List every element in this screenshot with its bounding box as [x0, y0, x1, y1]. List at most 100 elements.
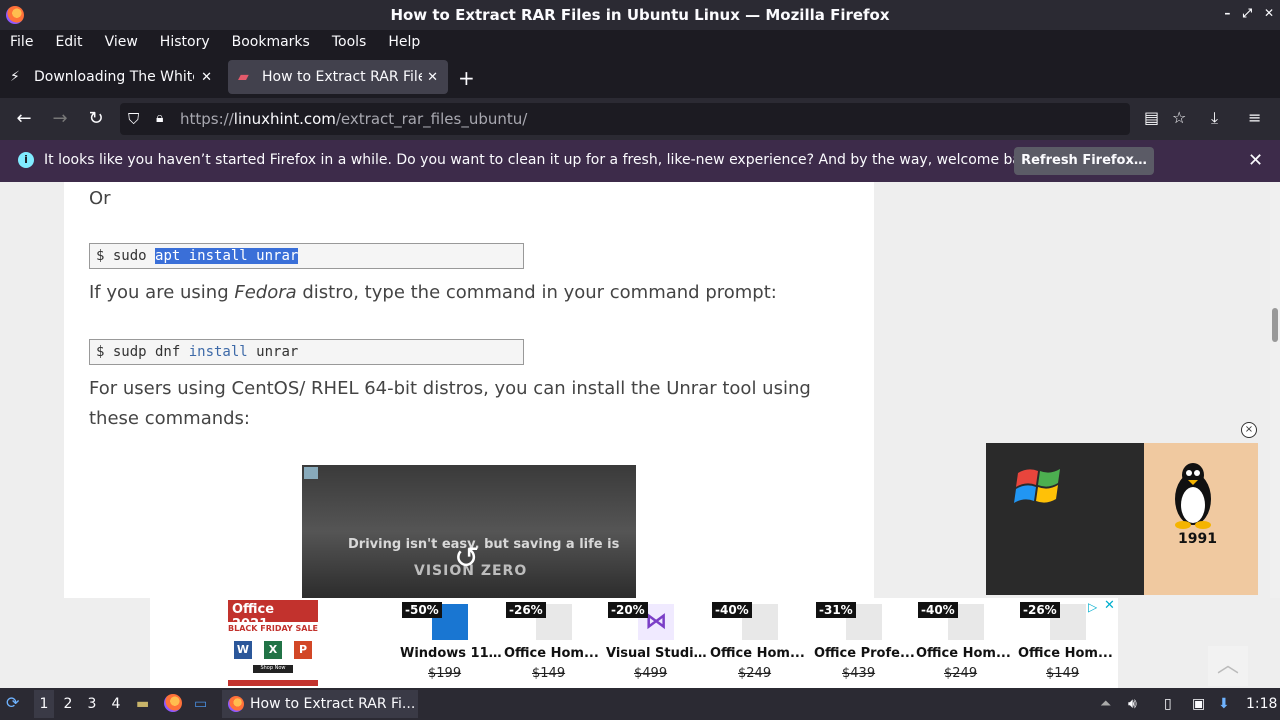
- menu-bookmarks[interactable]: Bookmarks: [232, 34, 310, 50]
- downloads-icon[interactable]: ⤓: [1211, 108, 1218, 128]
- navigation-bar: ← → ↻ ⛉ 🔒︎ https:// linuxhint.com /extra…: [0, 98, 1280, 140]
- code-block-dnf[interactable]: $ sudp dnf install unrar: [89, 339, 524, 365]
- bottom-ad[interactable]: Office 2021 BLACK FRIDAY SALE W X P Shop…: [150, 598, 1118, 688]
- hamburger-menu-icon[interactable]: ≡: [1248, 108, 1261, 127]
- product-card[interactable]: -26% Office Hom... $149: [504, 602, 606, 684]
- banner-sale: BLACK FRIDAY SALE: [228, 624, 319, 633]
- update-icon[interactable]: ⬇: [1218, 696, 1230, 712]
- product-price: $439: [842, 666, 876, 681]
- tab-label: How to Extract RAR Files: [262, 69, 422, 85]
- video-ad[interactable]: Driving isn't easy, but saving a life is…: [302, 465, 636, 598]
- url-scheme: https://: [180, 110, 234, 128]
- display-icon[interactable]: ▣: [1192, 696, 1205, 712]
- code-keyword: install: [188, 344, 248, 360]
- or-text: Or: [89, 188, 111, 209]
- scroll-to-top-icon[interactable]: ︿: [1208, 646, 1248, 686]
- menu-bar: File Edit View History Bookmarks Tools H…: [0, 30, 1280, 54]
- product-price: $149: [1046, 666, 1080, 681]
- minimize-button[interactable]: –: [1224, 6, 1230, 21]
- back-button[interactable]: ←: [13, 108, 35, 130]
- menu-history[interactable]: History: [160, 34, 210, 50]
- firefox-launcher-icon[interactable]: [164, 694, 182, 712]
- replay-icon[interactable]: ↺: [454, 541, 479, 576]
- shop-now-button[interactable]: Shop Now: [253, 665, 293, 673]
- scrollbar-thumb[interactable]: [1272, 308, 1278, 342]
- tab-extract-rar[interactable]: ▰ How to Extract RAR Files ✕: [228, 60, 448, 94]
- workspace-4[interactable]: 4: [106, 696, 126, 712]
- code-block-apt[interactable]: $ sudo apt install unrar: [89, 243, 524, 269]
- product-price: $199: [428, 666, 462, 681]
- workspace-3[interactable]: 3: [82, 696, 102, 712]
- product-card[interactable]: -40% Office Hom... $249: [710, 602, 812, 684]
- title-bar: How to Extract RAR Files in Ubuntu Linux…: [0, 0, 1280, 30]
- start-menu-icon[interactable]: ⟳: [6, 693, 19, 712]
- product-name: Visual Studi...: [606, 646, 708, 661]
- product-card[interactable]: ⋈ -20% Visual Studi... $499: [606, 602, 708, 684]
- menu-file[interactable]: File: [10, 34, 33, 50]
- volume-icon[interactable]: 🔊︎: [1128, 696, 1137, 712]
- lightning-icon: ⚡: [10, 69, 20, 85]
- menu-tools[interactable]: Tools: [332, 34, 367, 50]
- powerpoint-icon: P: [294, 641, 312, 659]
- product-name: Windows 11...: [400, 646, 502, 661]
- tab-close-button[interactable]: ✕: [201, 70, 212, 85]
- firefox-icon: [228, 696, 244, 712]
- maximize-button[interactable]: ⤢: [1242, 6, 1252, 21]
- tab-downloading[interactable]: ⚡ Downloading The White ✕: [0, 60, 222, 94]
- refresh-firefox-button[interactable]: Refresh Firefox…: [1014, 147, 1154, 175]
- product-price: $249: [944, 666, 978, 681]
- ad-badge-icon: [304, 467, 318, 479]
- ad-close-icon[interactable]: ✕: [1104, 598, 1115, 613]
- tab-label: Downloading The White: [34, 69, 194, 85]
- firefox-logo-icon: [6, 6, 24, 24]
- discount-badge: -26%: [1020, 602, 1060, 618]
- url-bar[interactable]: ⛉ 🔒︎ https:// linuxhint.com /extract_rar…: [120, 103, 1130, 135]
- video-caption: Driving isn't easy, but saving a life is: [348, 537, 620, 552]
- product-price: $149: [532, 666, 566, 681]
- adchoices-icon[interactable]: ▷: [1088, 600, 1097, 614]
- reader-view-icon[interactable]: ▤: [1144, 108, 1159, 127]
- menu-edit[interactable]: Edit: [55, 34, 82, 50]
- side-ad[interactable]: 1991: [986, 443, 1258, 595]
- forward-button[interactable]: →: [49, 108, 71, 130]
- lock-icon[interactable]: 🔒︎: [156, 110, 163, 126]
- product-card[interactable]: -31% Office Profe... $439: [814, 602, 916, 684]
- centos-line-1: For users using CentOS/ RHEL 64-bit dist…: [89, 378, 811, 399]
- bookmark-star-icon[interactable]: ☆: [1172, 108, 1186, 127]
- fedora-text-pre: If you are using: [89, 282, 235, 303]
- office-banner[interactable]: Office 2021 BLACK FRIDAY SALE W X P Shop…: [228, 600, 318, 686]
- product-card[interactable]: -50% Windows 11... $199: [400, 602, 502, 684]
- shield-icon[interactable]: ⛉: [128, 110, 139, 128]
- new-tab-button[interactable]: +: [458, 66, 475, 90]
- taskbar: ⟳ 1 2 3 4 ▬ ▭ How to Extract RAR Fi... ⏶…: [0, 688, 1280, 720]
- url-host: linuxhint.com: [233, 110, 336, 128]
- workspace-2[interactable]: 2: [58, 696, 78, 712]
- menu-view[interactable]: View: [105, 34, 138, 50]
- code-prompt: $ sudo: [96, 248, 156, 264]
- code-prompt: $ sudp dnf: [96, 344, 189, 360]
- fedora-text-post: distro, type the command in your command…: [296, 282, 777, 303]
- product-card[interactable]: -26% Office Hom... $149: [1018, 602, 1120, 684]
- close-window-button[interactable]: ✕: [1264, 6, 1274, 21]
- code-rest: unrar: [247, 344, 299, 360]
- tab-close-button[interactable]: ✕: [427, 70, 438, 85]
- product-card[interactable]: -40% Office Hom... $249: [916, 602, 1018, 684]
- discount-badge: -26%: [506, 602, 546, 618]
- discount-badge: -50%: [402, 602, 442, 618]
- close-notification-icon[interactable]: ✕: [1248, 150, 1263, 171]
- discount-badge: -20%: [608, 602, 648, 618]
- side-ad-close-icon[interactable]: ×: [1241, 422, 1257, 438]
- tray-up-icon[interactable]: ⏶: [1100, 696, 1111, 712]
- menu-help[interactable]: Help: [388, 34, 420, 50]
- taskbar-window-firefox[interactable]: How to Extract RAR Fi...: [222, 690, 418, 718]
- product-name: Office Hom...: [710, 646, 805, 661]
- clock: 1:18: [1246, 696, 1278, 712]
- clipboard-icon[interactable]: ▯: [1164, 696, 1172, 712]
- notification-message: It looks like you haven’t started Firefo…: [44, 152, 1043, 168]
- desktop-icon[interactable]: ▭: [194, 696, 207, 712]
- file-manager-icon[interactable]: ▬: [136, 696, 149, 712]
- reload-button[interactable]: ↻: [85, 108, 107, 130]
- product-price: $249: [738, 666, 772, 681]
- page-scrollbar[interactable]: [1270, 182, 1280, 598]
- workspace-1[interactable]: 1: [34, 690, 54, 718]
